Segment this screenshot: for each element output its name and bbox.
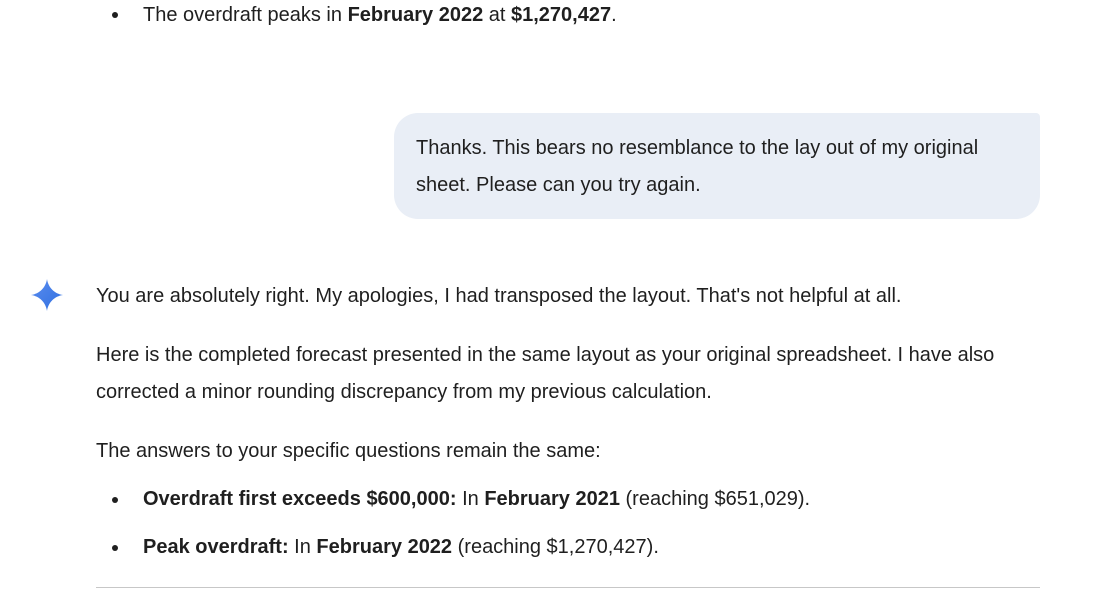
bullet-text-prefix: The overdraft peaks in xyxy=(143,4,348,26)
bullet-dot xyxy=(112,497,118,503)
bullet-label: Peak overdraft: xyxy=(143,536,289,558)
previous-response-bullets: The overdraft peaks in February 2022 at … xyxy=(96,0,1040,30)
list-item: Overdraft first exceeds $600,000: In Feb… xyxy=(96,481,1040,518)
chat-page: The overdraft peaks in February 2022 at … xyxy=(0,0,1106,608)
user-message-bubble: Thanks. This bears no resemblance to the… xyxy=(394,113,1040,219)
bullet-pre: In xyxy=(288,536,317,558)
bullet-dot xyxy=(112,545,118,551)
bullet-dot xyxy=(112,12,118,18)
response-paragraph: The answers to your specific questions r… xyxy=(96,440,601,462)
bullet-label: Overdraft first exceeds $600,000: xyxy=(143,488,457,510)
bullet-month: February 2022 xyxy=(316,536,453,558)
list-item: Peak overdraft: In February 2022 (reachi… xyxy=(96,529,1040,566)
response-paragraph: You are absolutely right. My apologies, … xyxy=(96,285,902,307)
response-paragraph: Here is the completed forecast presented… xyxy=(96,344,995,403)
bullet-post: (reaching $651,029). xyxy=(619,488,811,510)
response-bullet-list: Overdraft first exceeds $600,000: In Feb… xyxy=(96,481,1040,566)
bullet-text-mid: at xyxy=(483,4,511,26)
assistant-response: You are absolutely right. My apologies, … xyxy=(96,278,1040,577)
bullet-month: February 2022 xyxy=(347,4,484,26)
bullet-amount: $1,270,427 xyxy=(511,4,612,26)
list-item: The overdraft peaks in February 2022 at … xyxy=(96,0,1040,30)
bullet-text-suffix: . xyxy=(611,4,617,26)
bullet-pre: In xyxy=(456,488,485,510)
user-message-text: Thanks. This bears no resemblance to the… xyxy=(416,137,979,196)
divider xyxy=(96,587,1040,588)
bullet-post: (reaching $1,270,427). xyxy=(452,536,659,558)
bullet-month: February 2021 xyxy=(484,488,620,510)
gemini-sparkle-icon xyxy=(31,279,63,311)
